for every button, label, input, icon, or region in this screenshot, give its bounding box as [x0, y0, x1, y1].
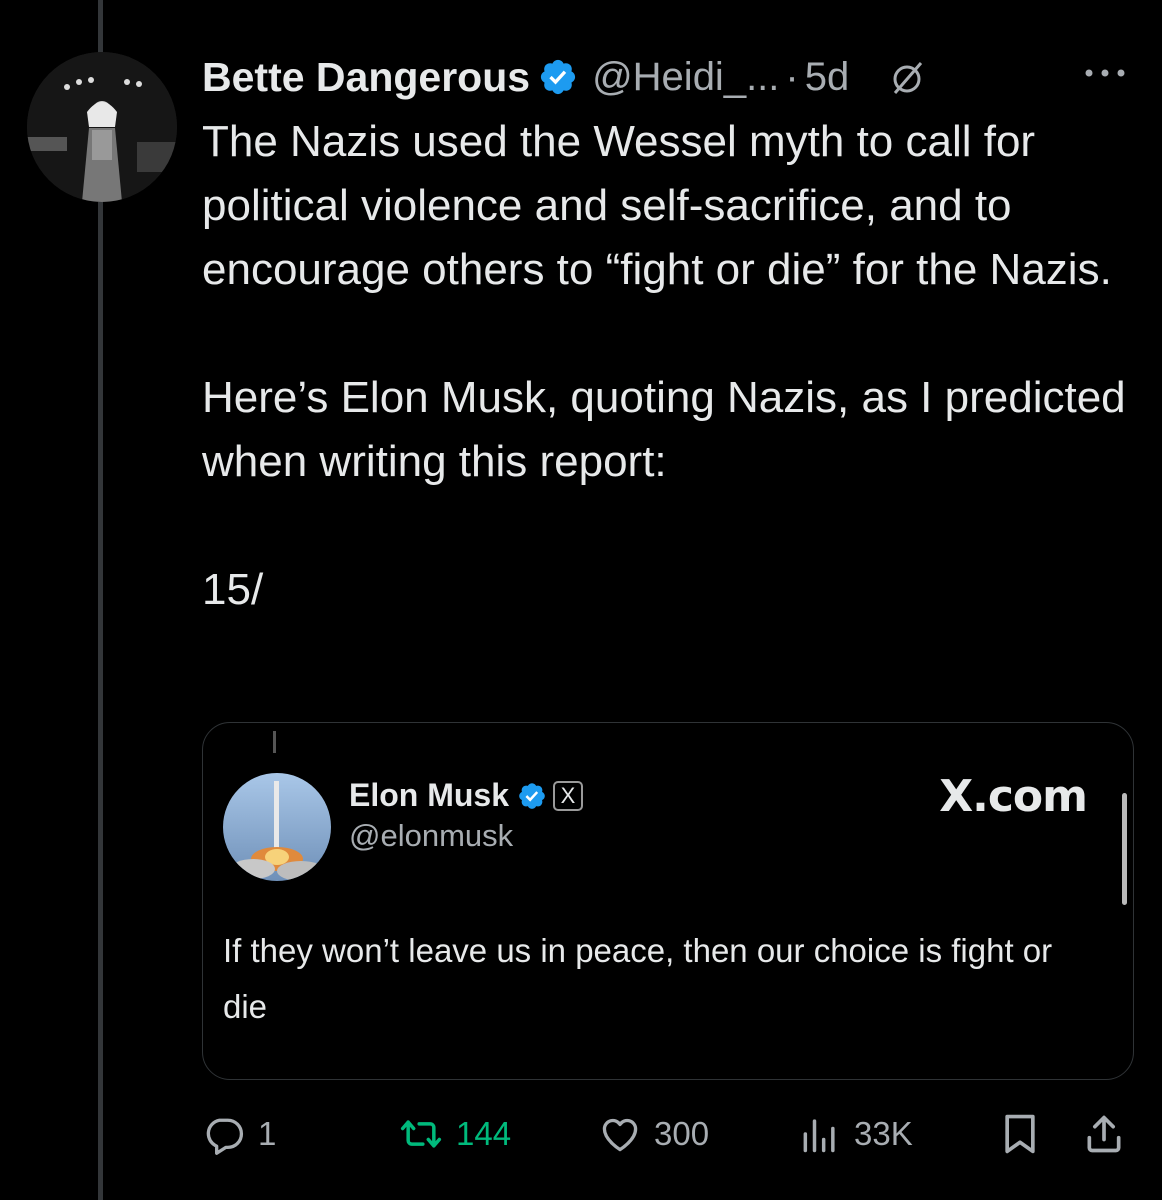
reply-count: 1	[258, 1115, 277, 1152]
share-button[interactable]	[1082, 1106, 1126, 1162]
bookmark-icon	[1005, 1114, 1035, 1154]
tweet-page: Bette Dangerous @Heidi_... · 5d The Nazi…	[0, 0, 1162, 1200]
header-separator: ·	[785, 54, 799, 99]
tweet-text: The Nazis used the Wessel myth to call f…	[202, 110, 1142, 622]
views-button[interactable]: 33K	[798, 1106, 913, 1162]
image-artifact-tick	[273, 731, 276, 753]
quoted-author-name: Elon Musk	[349, 777, 510, 813]
views-count: 33K	[854, 1115, 913, 1152]
quoted-post-text: If they won’t leave us in peace, then ou…	[223, 932, 1053, 1025]
more-options-icon[interactable]	[1082, 62, 1128, 84]
avatar-photo	[27, 52, 177, 202]
verified-badge-icon[interactable]	[538, 57, 578, 97]
reply-button[interactable]: 1	[202, 1106, 276, 1162]
heart-icon	[602, 1118, 638, 1152]
embedded-post-image[interactable]: Elon Musk X @elonmusk X.com If they won’…	[202, 722, 1134, 1080]
tweet-paragraph: The Nazis used the Wessel myth to call f…	[202, 117, 1112, 294]
tweet-timestamp[interactable]: 5d	[805, 55, 850, 100]
author-handle[interactable]: @Heidi_...	[592, 55, 779, 100]
repost-icon	[400, 1120, 442, 1148]
tweet[interactable]: Bette Dangerous @Heidi_... · 5d The Nazi…	[202, 42, 1142, 622]
quoted-verified-badge-icon	[519, 782, 545, 809]
like-count: 300	[654, 1115, 710, 1152]
x-affiliation-badge-icon: X	[553, 780, 584, 811]
repost-count: 144	[456, 1115, 512, 1152]
quoted-author-avatar	[223, 773, 331, 881]
x-com-watermark: X.com	[939, 771, 1088, 822]
repost-button[interactable]: 144	[398, 1106, 511, 1162]
author-display-name[interactable]: Bette Dangerous	[202, 54, 530, 101]
bookmark-button[interactable]	[1000, 1106, 1040, 1162]
muted-icon	[893, 62, 923, 94]
share-icon	[1087, 1115, 1121, 1153]
rocket-launch-photo	[223, 773, 331, 881]
image-scrollbar	[1122, 793, 1127, 905]
tweet-paragraph: 15/	[202, 565, 264, 614]
tweet-header: Bette Dangerous @Heidi_... · 5d	[202, 42, 1142, 112]
like-button[interactable]: 300	[598, 1106, 709, 1162]
quoted-author-handle: @elonmusk	[349, 818, 514, 853]
tweet-action-bar: 1 144 300 33K	[202, 1106, 1132, 1162]
author-avatar[interactable]	[27, 52, 177, 202]
reply-icon	[206, 1118, 244, 1155]
quoted-name-row: Elon Musk X	[349, 777, 584, 814]
tweet-paragraph: Here’s Elon Musk, quoting Nazis, as I pr…	[202, 373, 1126, 486]
views-chart-icon	[803, 1119, 835, 1153]
